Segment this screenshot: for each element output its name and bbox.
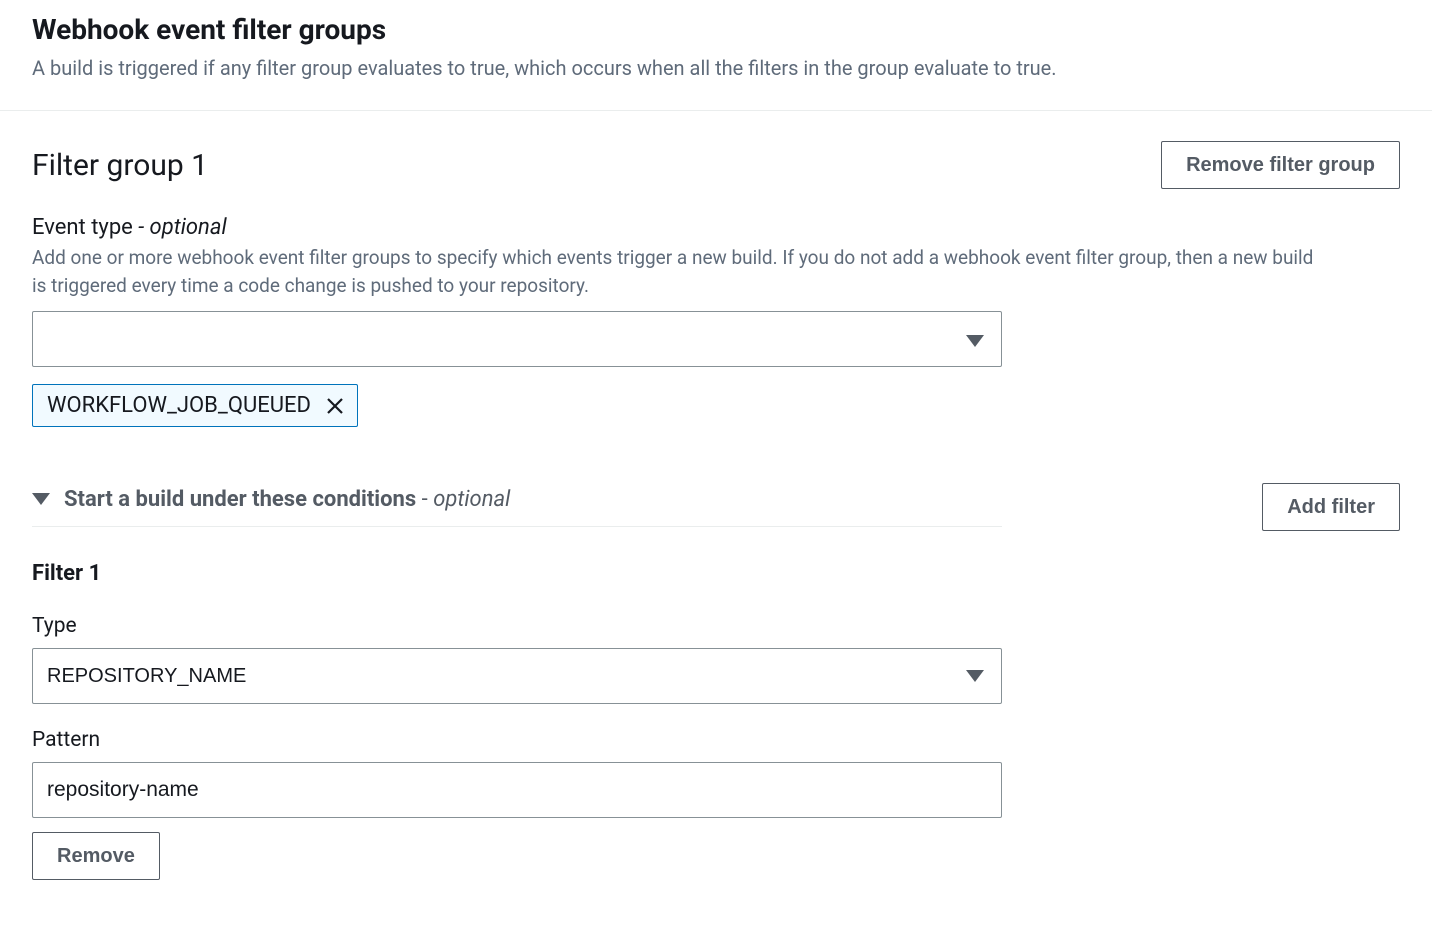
event-type-label-text: Event type [32,215,133,240]
filter-1-type-label: Type [32,614,1400,638]
conditions-title-optional: optional [433,487,510,512]
filter-group-title: Filter group 1 [32,148,208,183]
filter-1-remove-button[interactable]: Remove [32,832,160,880]
conditions-title: Start a build under these conditions - o… [64,487,510,512]
event-type-field: Event type - optional Add one or more we… [32,215,1400,427]
event-type-token: WORKFLOW_JOB_QUEUED [32,384,358,427]
add-filter-button[interactable]: Add filter [1262,483,1400,531]
remove-token-button[interactable] [325,396,345,416]
section-divider [0,110,1432,111]
filter-group-header: Filter group 1 Remove filter group [32,141,1400,189]
conditions-title-dash: - [416,487,433,512]
remove-filter-group-button[interactable]: Remove filter group [1161,141,1400,189]
close-icon [325,396,345,416]
filter-1-title: Filter 1 [32,561,1400,586]
event-type-description: Add one or more webhook event filter gro… [32,244,1332,299]
event-type-token-label: WORKFLOW_JOB_QUEUED [47,393,311,418]
event-type-label: Event type - optional [32,215,1400,240]
page-title: Webhook event filter groups [32,12,1400,48]
event-type-tokens: WORKFLOW_JOB_QUEUED [32,384,1400,427]
filter-1-pattern-input[interactable] [32,762,1002,818]
event-type-optional-suffix: - optional [133,215,227,240]
caret-down-icon [32,490,50,509]
event-type-select-wrap [32,311,1002,370]
filter-1-pattern-label: Pattern [32,728,1400,752]
event-type-select[interactable] [32,311,1002,367]
conditions-title-row[interactable]: Start a build under these conditions - o… [32,487,1002,527]
page-description: A build is triggered if any filter group… [32,54,1400,82]
filter-1-type-select[interactable]: REPOSITORY_NAME [32,648,1002,704]
conditions-header: Start a build under these conditions - o… [32,483,1400,531]
conditions-title-text: Start a build under these conditions [64,487,416,512]
filter-1-type-select-wrap: REPOSITORY_NAME [32,648,1002,704]
